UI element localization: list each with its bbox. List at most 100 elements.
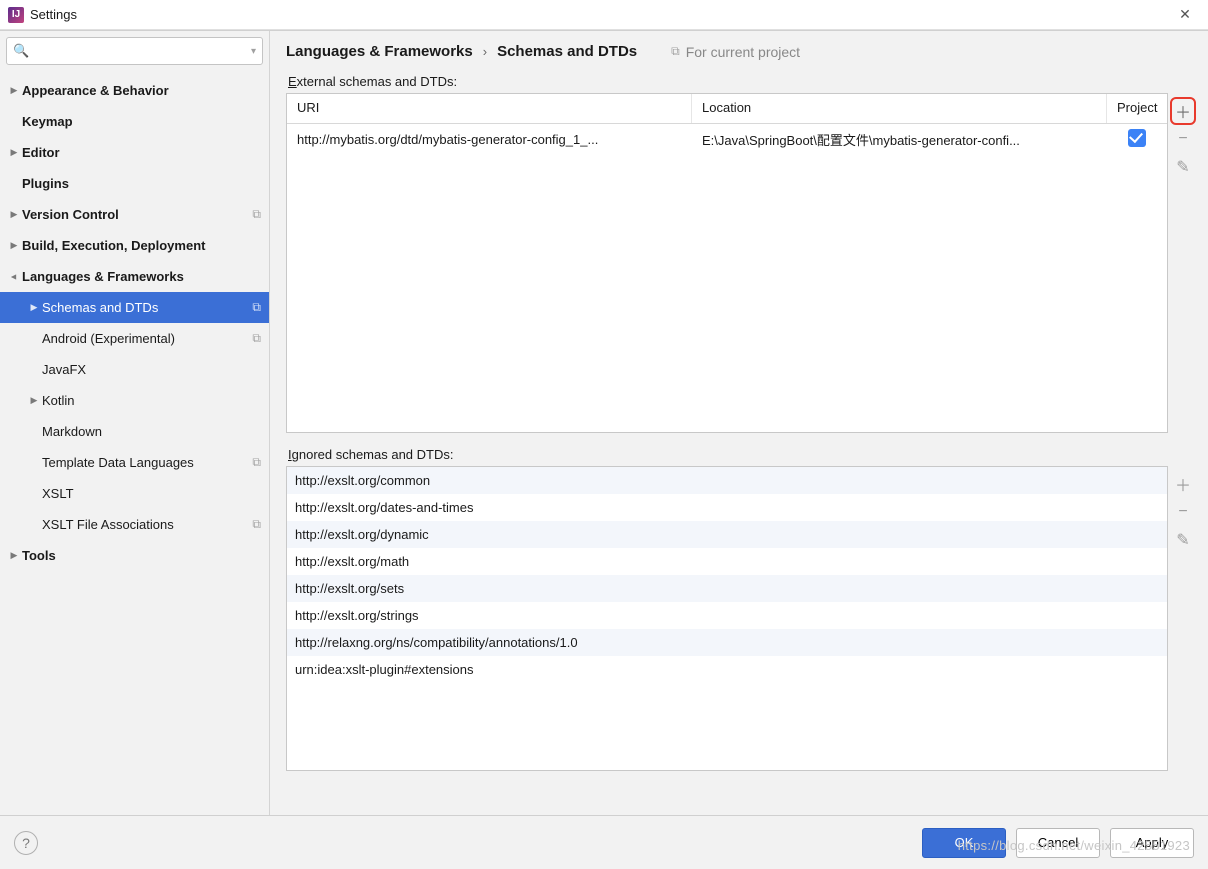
chevron-right-icon: ▶ [6,147,22,158]
chevron-right-icon: › [483,44,487,59]
sidebar-item-label: Schemas and DTDs [42,300,248,315]
sidebar-item-version-control[interactable]: ▶Version Control⧉ [0,199,269,230]
close-button[interactable]: ✕ [1170,0,1200,30]
breadcrumb-leaf: Schemas and DTDs [497,43,637,60]
chevron-right-icon: ▶ [6,85,22,96]
list-item[interactable]: http://exslt.org/strings [287,602,1167,629]
list-item[interactable]: http://exslt.org/math [287,548,1167,575]
sidebar-item-keymap[interactable]: Keymap [0,106,269,137]
sidebar-item-label: Kotlin [42,393,261,408]
sidebar-item-label: Android (Experimental) [42,331,248,346]
pencil-icon: ✎ [1176,157,1189,177]
scope-label: ⧉ For current project [671,44,800,60]
sidebar-item-android-experimental-[interactable]: Android (Experimental) ⧉ [0,323,269,354]
list-item[interactable]: urn:idea:xslt-plugin#extensions [287,656,1167,683]
cell-location: E:\Java\SpringBoot\配置文件\mybatis-generato… [692,126,1107,153]
remove-button[interactable]: − [1170,125,1196,153]
sidebar-item-label: JavaFX [42,362,261,377]
scope-text: For current project [686,44,800,60]
dialog-footer: ? OK Cancel Apply [0,815,1208,869]
sidebar-item-label: Markdown [42,424,261,439]
col-project[interactable]: Project [1107,94,1167,123]
add-ignored-button[interactable]: ＋ [1170,470,1196,498]
plus-icon: ＋ [1175,99,1191,123]
pencil-icon: ✎ [1176,530,1189,550]
sidebar-item-kotlin[interactable]: ▶Kotlin [0,385,269,416]
sidebar-item-schemas-and-dtds[interactable]: ▶Schemas and DTDs ⧉ [0,292,269,323]
chevron-right-icon: ▶ [26,395,42,406]
minus-icon: − [1178,503,1187,521]
remove-ignored-button[interactable]: − [1170,498,1196,526]
table-header: URI Location Project [287,94,1167,124]
list-item[interactable]: http://relaxng.org/ns/compatibility/anno… [287,629,1167,656]
list-item[interactable]: http://exslt.org/common [287,467,1167,494]
close-icon: ✕ [1179,6,1191,23]
sidebar-item-xslt[interactable]: XSLT [0,478,269,509]
help-button[interactable]: ? [14,831,38,855]
search-icon: 🔍 [13,43,29,59]
sidebar-item-label: Editor [22,145,261,160]
sidebar-item-label: XSLT File Associations [42,517,248,532]
sidebar-item-build-execution-deployment[interactable]: ▶Build, Execution, Deployment [0,230,269,261]
breadcrumb: Languages & Frameworks › Schemas and DTD… [286,43,1198,74]
sidebar-item-label: XSLT [42,486,261,501]
chevron-down-icon: ▼ [9,269,19,285]
col-uri[interactable]: URI [287,94,692,123]
col-location[interactable]: Location [692,94,1107,123]
sidebar-item-appearance-behavior[interactable]: ▶Appearance & Behavior [0,75,269,106]
sidebar-item-label: Keymap [22,114,261,129]
cancel-button[interactable]: Cancel [1016,828,1100,858]
question-icon: ? [22,835,30,851]
sidebar-item-label: Languages & Frameworks [22,269,261,284]
chevron-right-icon: ▶ [6,209,22,220]
plus-icon: ＋ [1175,472,1191,496]
sidebar-item-label: Build, Execution, Deployment [22,238,261,253]
copy-icon: ⧉ [252,455,261,470]
copy-icon: ⧉ [252,331,261,346]
sidebar: 🔍 ▾ ▶Appearance & BehaviorKeymap▶EditorP… [0,31,270,815]
sidebar-item-languages-frameworks[interactable]: ▼Languages & Frameworks [0,261,269,292]
main-panel: Languages & Frameworks › Schemas and DTD… [270,31,1208,815]
window-title: Settings [30,7,77,22]
sidebar-item-plugins[interactable]: Plugins [0,168,269,199]
cell-uri: http://mybatis.org/dtd/mybatis-generator… [287,128,692,151]
external-toolbar: ＋ − ✎ [1168,93,1198,433]
breadcrumb-root[interactable]: Languages & Frameworks [286,43,473,60]
ignored-list[interactable]: http://exslt.org/commonhttp://exslt.org/… [286,466,1168,771]
sidebar-item-label: Appearance & Behavior [22,83,261,98]
minus-icon: − [1178,130,1187,148]
dropdown-caret-icon: ▾ [251,46,256,57]
project-checkbox[interactable] [1128,129,1146,147]
apply-button[interactable]: Apply [1110,828,1194,858]
ignored-toolbar: ＋ − ✎ [1168,466,1198,771]
list-item[interactable]: http://exslt.org/dates-and-times [287,494,1167,521]
search-box[interactable]: 🔍 ▾ [6,37,263,65]
edit-ignored-button[interactable]: ✎ [1170,526,1196,554]
chevron-right-icon: ▶ [6,240,22,251]
settings-tree: ▶Appearance & BehaviorKeymap▶EditorPlugi… [0,71,269,815]
app-icon: IJ [8,7,24,23]
sidebar-item-xslt-file-associations[interactable]: XSLT File Associations ⧉ [0,509,269,540]
search-input[interactable] [33,44,251,59]
sidebar-item-label: Plugins [22,176,261,191]
ok-button[interactable]: OK [922,828,1006,858]
sidebar-item-markdown[interactable]: Markdown [0,416,269,447]
copy-icon: ⧉ [252,517,261,532]
list-item[interactable]: http://exslt.org/sets [287,575,1167,602]
chevron-right-icon: ▶ [26,302,42,313]
ignored-section-label: Ignored schemas and DTDs: [286,447,1198,462]
table-row[interactable]: http://mybatis.org/dtd/mybatis-generator… [287,124,1167,154]
copy-icon: ⧉ [252,207,261,222]
add-button[interactable]: ＋ [1170,97,1196,125]
cell-project[interactable] [1107,125,1167,154]
sidebar-item-tools[interactable]: ▶Tools [0,540,269,571]
sidebar-item-javafx[interactable]: JavaFX [0,354,269,385]
list-item[interactable]: http://exslt.org/dynamic [287,521,1167,548]
copy-icon: ⧉ [252,300,261,315]
sidebar-item-template-data-languages[interactable]: Template Data Languages ⧉ [0,447,269,478]
edit-button[interactable]: ✎ [1170,153,1196,181]
sidebar-item-label: Tools [22,548,261,563]
external-table[interactable]: URI Location Project http://mybatis.org/… [286,93,1168,433]
sidebar-item-label: Template Data Languages [42,455,248,470]
sidebar-item-editor[interactable]: ▶Editor [0,137,269,168]
